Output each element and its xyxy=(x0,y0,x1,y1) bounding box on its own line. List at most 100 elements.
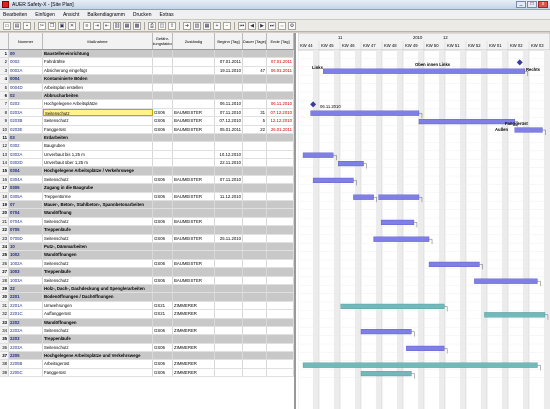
zustaendig-cell[interactable] xyxy=(173,268,215,276)
gefahr-cell[interactable] xyxy=(153,50,173,58)
gefahr-cell[interactable] xyxy=(153,318,173,326)
print-icon[interactable]: ⎙ xyxy=(148,21,156,30)
ende-cell[interactable]: 06.11.2010 xyxy=(267,100,294,108)
zustaendig-cell[interactable]: ZIMMERER xyxy=(173,326,215,335)
massnahme-cell[interactable]: Treppenläufe xyxy=(43,268,153,276)
beginn-cell[interactable] xyxy=(215,91,243,100)
close-button[interactable]: x xyxy=(538,1,548,8)
gefahr-cell[interactable]: GS06 xyxy=(153,259,173,268)
row-number-cell[interactable]: 33 xyxy=(0,318,9,326)
insert-row-icon[interactable]: ≡ xyxy=(83,21,91,30)
table-row[interactable]: 16 0304A Seitenschutz GS06 BAUMEISTER 07.11.2… xyxy=(0,175,294,185)
nummer-cell[interactable]: 0302A xyxy=(9,150,43,159)
massnahme-cell[interactable]: Seitenschutz xyxy=(43,234,153,242)
zustaendig-cell[interactable] xyxy=(173,75,215,83)
zustaendig-cell[interactable] xyxy=(173,142,215,150)
beginn-cell[interactable] xyxy=(215,75,243,83)
nummer-cell[interactable]: 0705 xyxy=(9,226,43,234)
copy-icon[interactable]: ❐ xyxy=(48,21,56,30)
ende-cell[interactable] xyxy=(267,343,294,352)
nummer-cell[interactable]: 0203 xyxy=(9,100,43,108)
row-number-cell[interactable]: 28 xyxy=(0,276,9,284)
row-number-cell[interactable]: 17 xyxy=(0,184,9,192)
ende-cell[interactable] xyxy=(267,301,294,310)
nummer-cell[interactable]: 0304 xyxy=(9,167,43,175)
nummer-cell[interactable]: 2203 xyxy=(9,335,43,343)
nummer-cell[interactable]: 0305A xyxy=(9,192,43,201)
ende-cell[interactable]: 07.12.2010 xyxy=(267,108,294,117)
row-number-cell[interactable]: 9 xyxy=(0,117,9,125)
nummer-cell[interactable]: 0004 xyxy=(9,75,43,83)
massnahme-cell[interactable]: Arbeitsplan erstellen xyxy=(43,83,153,91)
nummer-cell[interactable]: 2201C xyxy=(9,310,43,318)
gefahr-cell[interactable] xyxy=(153,209,173,217)
beginn-cell[interactable]: 22.11.2010 xyxy=(215,159,243,167)
beginn-cell[interactable]: 07.11.2010 xyxy=(215,108,243,117)
massnahme-cell[interactable]: Seitenschutz xyxy=(43,217,153,226)
zustaendig-cell[interactable]: BAUMEISTER xyxy=(173,117,215,125)
gefahr-cell[interactable] xyxy=(153,142,173,150)
table-row[interactable]: 3 0002A Absicherung eingefügt 19.11.2010 47 0… xyxy=(0,66,294,76)
dauer-cell[interactable] xyxy=(243,242,267,251)
ende-cell[interactable] xyxy=(267,201,294,209)
col-header-nummer[interactable]: Nummer xyxy=(9,33,43,49)
nummer-cell[interactable]: 0704 xyxy=(9,209,43,217)
delete-icon[interactable]: ✕ xyxy=(68,21,76,30)
row-number-cell[interactable]: 2 xyxy=(0,58,9,66)
dauer-cell[interactable] xyxy=(243,259,267,268)
massnahme-cell[interactable]: Hochgelegene Arbeitsplätze und Verkehrsw… xyxy=(43,352,153,360)
beginn-cell[interactable]: 10.12.2010 xyxy=(215,150,243,159)
ende-cell[interactable] xyxy=(267,192,294,201)
gefahr-cell[interactable]: GS06 xyxy=(153,326,173,335)
massnahme-cell[interactable]: Erdarbeiten xyxy=(43,133,153,142)
zustaendig-cell[interactable] xyxy=(173,83,215,91)
beginn-cell[interactable] xyxy=(215,259,243,268)
row-number-cell[interactable]: 1 xyxy=(0,50,9,58)
dauer-cell[interactable] xyxy=(243,192,267,201)
table-row[interactable]: 38 2205B Arbeitsgerüst GS06 ZIMMERER xyxy=(0,360,294,369)
beginn-cell[interactable] xyxy=(215,167,243,175)
dauer-cell[interactable] xyxy=(243,58,267,66)
dauer-cell[interactable] xyxy=(243,175,267,184)
row-number-cell[interactable]: 15 xyxy=(0,167,9,175)
gefahr-cell[interactable] xyxy=(153,226,173,234)
massnahme-cell[interactable]: Kontaminierte Böden xyxy=(43,75,153,83)
nummer-cell[interactable]: 2205 xyxy=(9,352,43,360)
beginn-cell[interactable]: 11.12.2010 xyxy=(215,192,243,201)
table-icon[interactable]: ▦ xyxy=(123,21,131,30)
table-row[interactable]: 27 1003 Treppenläufe xyxy=(0,268,294,277)
table-row[interactable]: 7 0203 Hochgelegene Arbeitsplätze 06.11.201… xyxy=(0,100,294,109)
dauer-cell[interactable]: 47 xyxy=(243,66,267,75)
indent-icon[interactable]: ⇥ xyxy=(93,21,101,30)
table-row[interactable]: 8 0203A Seitenschutz GS06 BAUMEISTER 07.11.20… xyxy=(0,108,294,118)
table-row[interactable]: 30 2201 Bodenöffnungen / Dachöffnungen xyxy=(0,293,294,302)
first-icon[interactable]: ⏮ xyxy=(238,21,246,30)
zustaendig-cell[interactable] xyxy=(173,159,215,167)
dauer-cell[interactable] xyxy=(243,326,267,335)
beginn-cell[interactable] xyxy=(215,293,243,301)
massnahme-cell[interactable]: Fanggerüst xyxy=(43,125,153,133)
zustaendig-cell[interactable] xyxy=(173,91,215,100)
ende-cell[interactable]: 12.12.2010 xyxy=(267,117,294,125)
table-row[interactable]: 35 2203 Treppenläufe xyxy=(0,335,294,344)
massnahme-cell[interactable]: Seitenschutz xyxy=(43,117,153,125)
gefahr-cell[interactable]: GS06 xyxy=(153,360,173,368)
dauer-cell[interactable] xyxy=(243,133,267,142)
row-number-cell[interactable]: 19 xyxy=(0,201,9,209)
row-number-cell[interactable]: 29 xyxy=(0,284,9,293)
ende-cell[interactable] xyxy=(267,142,294,150)
gefahr-cell[interactable] xyxy=(153,352,173,360)
col-header-gefahr[interactable]: Gefähr-dungsfaktor xyxy=(153,33,173,49)
dauer-cell[interactable] xyxy=(243,91,267,100)
massnahme-cell[interactable]: Treppenläufe xyxy=(43,226,153,234)
ende-cell[interactable] xyxy=(267,259,294,268)
gefahr-cell[interactable]: GS06 xyxy=(153,343,173,352)
dauer-cell[interactable] xyxy=(243,343,267,352)
nummer-cell[interactable]: 10 xyxy=(9,242,43,251)
massnahme-cell[interactable]: Unverbaut bis 1,25 m xyxy=(43,150,153,159)
table-row[interactable]: 39 2205C Fanggerüst GS06 ZIMMERER xyxy=(0,368,294,378)
table-row[interactable]: 13 0302A Unverbaut bis 1,25 m 10.12.2010 xyxy=(0,150,294,160)
dauer-cell[interactable] xyxy=(243,368,267,377)
massnahme-cell[interactable]: Absicherung eingefügt xyxy=(43,66,153,75)
row-number-cell[interactable]: 24 xyxy=(0,242,9,251)
